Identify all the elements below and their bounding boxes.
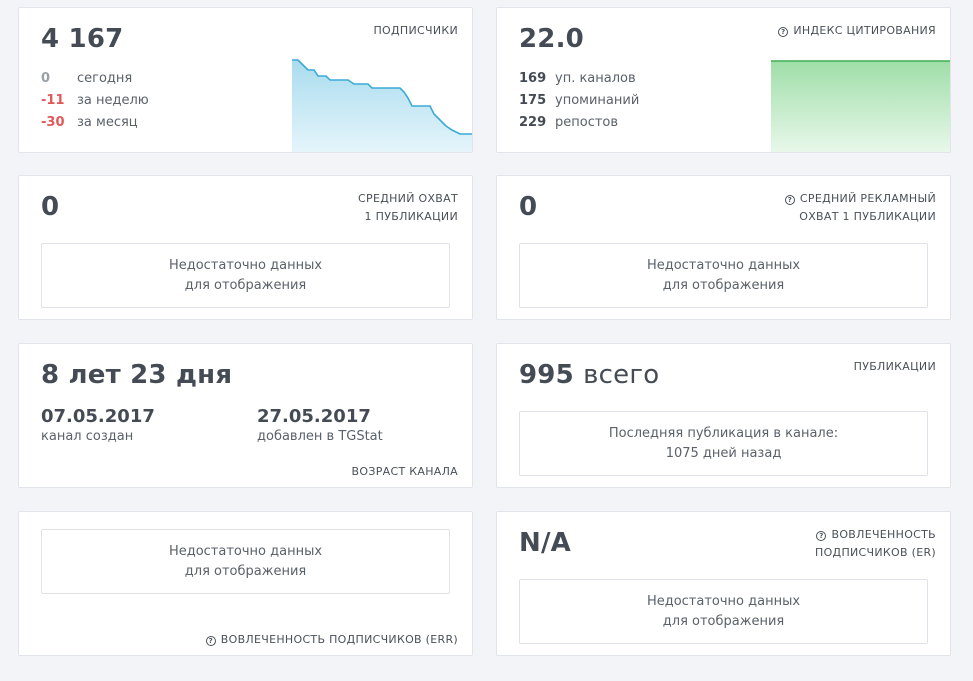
tgstat-added-block: 27.05.2017 добавлен в TGStat xyxy=(257,406,383,444)
subscribers-card: 4 167 ПОДПИСЧИКИ 0 сегодня -11 за неделю -… xyxy=(18,7,473,153)
publications-count: 995 всего xyxy=(519,360,660,390)
citation-caption: ? ИНДЕКС ЦИТИРОВАНИЯ xyxy=(778,22,936,40)
avg-ad-reach-caption: ? СРЕДНИЙ РЕКЛАМНЫЙ ОХВАТ 1 ПУБЛИКАЦИИ xyxy=(784,190,936,226)
channel-created-label: канал создан xyxy=(41,429,134,444)
err-nodata: Недостаточно данных для отображения xyxy=(41,529,450,594)
er-nodata: Недостаточно данных для отображения xyxy=(519,579,928,644)
avg-reach-nodata: Недостаточно данных для отображения xyxy=(41,243,450,308)
help-icon[interactable]: ? xyxy=(816,531,827,541)
stat-month: -30 за месяц xyxy=(41,115,138,130)
avg-ad-reach-card: 0 ? СРЕДНИЙ РЕКЛАМНЫЙ ОХВАТ 1 ПУБЛИКАЦИИ … xyxy=(496,175,951,320)
avg-reach-value: 0 xyxy=(41,192,60,222)
err-card: Недостаточно данных для отображения ? ВОВ… xyxy=(18,511,473,656)
er-caption: ? ВОВЛЕЧЕННОСТЬ ПОДПИСЧИКОВ (ER) xyxy=(815,528,936,559)
subscribers-caption: ПОДПИСЧИКИ xyxy=(373,24,458,37)
help-icon[interactable]: ? xyxy=(784,195,795,205)
channel-age-caption: ВОЗРАСТ КАНАЛА xyxy=(351,465,458,478)
channel-created-date: 07.05.2017 xyxy=(41,406,155,427)
tgstat-added-label: добавлен в TGStat xyxy=(257,429,383,444)
stat-mentioning-channels: 169 уп. каналов xyxy=(519,71,636,86)
stat-today: 0 сегодня xyxy=(41,71,133,86)
last-publication-box: Последняя публикация в канале: 1075 дней… xyxy=(519,411,928,476)
subscribers-count: 4 167 xyxy=(41,24,124,54)
avg-reach-card: 0 СРЕДНИЙ ОХВАТ 1 ПУБЛИКАЦИИ Недостаточн… xyxy=(18,175,473,320)
avg-reach-caption: СРЕДНИЙ ОХВАТ 1 ПУБЛИКАЦИИ xyxy=(358,192,458,223)
citation-card: 22.0 ? ИНДЕКС ЦИТИРОВАНИЯ 169 уп. каналов … xyxy=(496,7,951,153)
tgstat-added-date: 27.05.2017 xyxy=(257,406,371,427)
citation-index-value: 22.0 xyxy=(519,24,584,54)
subscribers-stats: 0 сегодня -11 за неделю -30 за месяц xyxy=(41,68,149,134)
help-icon[interactable]: ? xyxy=(778,27,789,37)
stat-week: -11 за неделю xyxy=(41,93,149,108)
channel-age-card: 8 лет 23 дня 07.05.2017 канал создан 27.… xyxy=(18,343,473,488)
er-value: N/A xyxy=(519,528,571,558)
err-caption: ? ВОВЛЕЧЕННОСТЬ ПОДПИСЧИКОВ (ERR) xyxy=(205,631,458,649)
subscribers-sparkline xyxy=(292,59,472,152)
stat-reposts: 229 репостов xyxy=(519,115,619,130)
er-card: N/A ? ВОВЛЕЧЕННОСТЬ ПОДПИСЧИКОВ (ER) Недо… xyxy=(496,511,951,656)
citation-stats: 169 уп. каналов 175 упоминаний 229 репостов xyxy=(519,68,639,134)
avg-ad-reach-nodata: Недостаточно данных для отображения xyxy=(519,243,928,308)
publications-caption: ПУБЛИКАЦИИ xyxy=(853,360,936,373)
publications-card: 995 всего ПУБЛИКАЦИИ Последняя публикаци… xyxy=(496,343,951,488)
citation-sparkline xyxy=(771,60,950,152)
stat-mentions: 175 упоминаний xyxy=(519,93,640,108)
subscribers-sparkline-area xyxy=(292,60,472,152)
channel-created-block: 07.05.2017 канал создан xyxy=(41,406,155,444)
channel-age-value: 8 лет 23 дня xyxy=(41,360,233,390)
citation-sparkline-area xyxy=(771,61,950,152)
help-icon[interactable]: ? xyxy=(205,636,216,646)
avg-ad-reach-value: 0 xyxy=(519,192,538,222)
